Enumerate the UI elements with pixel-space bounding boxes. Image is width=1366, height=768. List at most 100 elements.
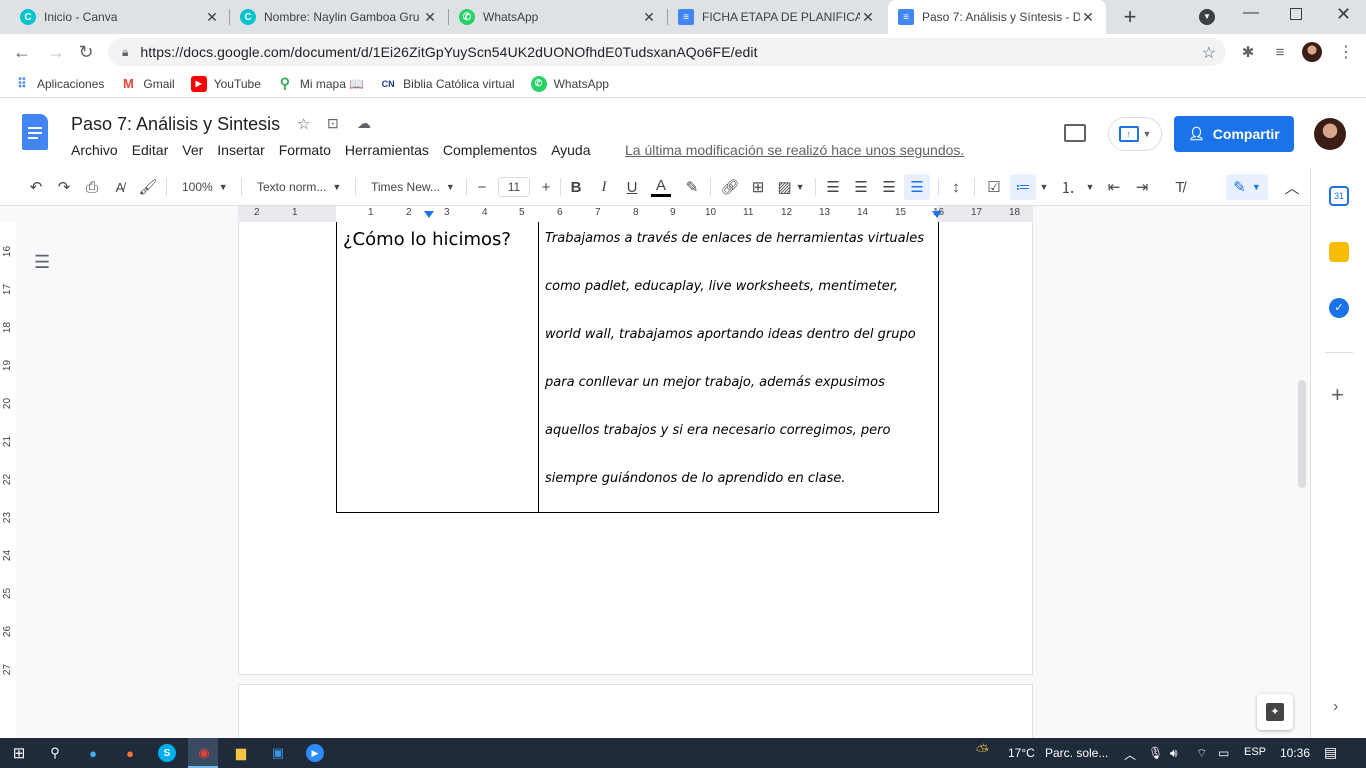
zoom-select[interactable]: 100% ▼	[182, 177, 228, 197]
cloud-saved-icon[interactable]: ☁	[357, 115, 371, 132]
document-page[interactable]	[238, 684, 1033, 738]
tab-whatsapp[interactable]: ✆ WhatsApp ✕	[449, 0, 667, 34]
extensions-puzzle-icon[interactable]: ✱	[1236, 40, 1260, 64]
close-tab-icon[interactable]: ✕	[1080, 9, 1096, 26]
close-tab-icon[interactable]: ✕	[422, 9, 438, 26]
bold-icon[interactable]: B	[567, 177, 585, 197]
font-select[interactable]: Times New... ▼	[371, 177, 455, 197]
tab-ficha-etapa[interactable]: ≡ FICHA ETAPA DE PLANIFICAC ✕	[668, 0, 886, 34]
bookmark-gmail[interactable]: M Gmail	[120, 76, 175, 92]
font-size-input[interactable]: 11	[498, 177, 530, 197]
horizontal-ruler[interactable]: 2 1 1 2 3 4 5 6 7 8 9 10 11 12 13 14 15 …	[238, 206, 1033, 222]
menu-complementos[interactable]: Complementos	[443, 142, 537, 158]
menu-herramientas[interactable]: Herramientas	[345, 142, 429, 158]
numbered-list-icon[interactable]: ⒈	[1058, 177, 1078, 197]
edge-icon[interactable]: ●	[84, 744, 102, 762]
keep-icon[interactable]	[1329, 242, 1349, 262]
reload-button[interactable]: ↻	[74, 40, 98, 64]
menu-insertar[interactable]: Insertar	[217, 142, 264, 158]
increase-indent-icon[interactable]: ⇥	[1132, 177, 1152, 197]
restore-window-button[interactable]	[1290, 8, 1302, 20]
close-tab-icon[interactable]: ✕	[641, 9, 657, 26]
close-tab-icon[interactable]: ✕	[204, 9, 220, 26]
menu-editar[interactable]: Editar	[132, 142, 169, 158]
photos-icon[interactable]: ▣	[269, 744, 287, 762]
bookmark-whatsapp[interactable]: ✆ WhatsApp	[530, 75, 609, 92]
tab-search-icon[interactable]: ▼	[1199, 9, 1215, 25]
hide-menus-chevron-icon[interactable]: ︿	[1282, 177, 1302, 197]
last-modified-link[interactable]: La última modificación se realizó hace u…	[625, 142, 964, 158]
docs-logo-icon[interactable]	[22, 114, 48, 150]
increase-font-size-button[interactable]: +	[538, 177, 554, 197]
checklist-icon[interactable]: ☑	[984, 177, 1004, 197]
omnibox[interactable]: 🔒︎ https://docs.google.com/document/d/1E…	[108, 38, 1226, 66]
tasks-icon[interactable]: ✓	[1329, 298, 1349, 318]
line-spacing-icon[interactable]: ↕	[946, 177, 966, 197]
undo-icon[interactable]: ↶	[26, 177, 46, 197]
align-right-icon[interactable]: ☰	[880, 177, 898, 197]
move-folder-icon[interactable]: ⊡	[327, 115, 339, 132]
redo-icon[interactable]: ↷	[54, 177, 74, 197]
italic-icon[interactable]: I	[595, 177, 613, 197]
indent-marker-icon[interactable]	[424, 211, 434, 218]
bulleted-list-icon[interactable]: ≔	[1010, 174, 1036, 200]
vertical-scrollbar[interactable]	[1298, 380, 1306, 488]
forward-button[interactable]: →	[44, 40, 68, 64]
print-icon[interactable]: ⎙	[82, 177, 102, 197]
close-window-button[interactable]: ✕	[1336, 4, 1351, 25]
align-left-icon[interactable]: ☰	[824, 177, 842, 197]
show-hidden-icons-icon[interactable]: ︿	[1124, 746, 1136, 763]
profile-avatar[interactable]	[1302, 42, 1322, 62]
menu-formato[interactable]: Formato	[279, 142, 331, 158]
language-indicator[interactable]: ESP	[1244, 746, 1266, 758]
insert-link-icon[interactable]: 🔗︎	[720, 177, 740, 197]
weather-text[interactable]: Parc. sole...	[1045, 746, 1108, 760]
wifi-icon[interactable]: ⌔	[1196, 746, 1207, 761]
add-comment-icon[interactable]: ⊞	[748, 177, 768, 197]
document-page[interactable]: ¿Cómo lo hicimos? Trabajamos a través de…	[238, 222, 1033, 675]
bookmark-star-icon[interactable]: ☆	[1202, 43, 1216, 63]
clear-formatting-icon[interactable]: T̸	[1170, 177, 1190, 197]
table-cell-answer[interactable]: Trabajamos a través de enlaces de herram…	[538, 222, 939, 513]
menu-ver[interactable]: Ver	[182, 142, 203, 158]
vertical-ruler[interactable]: 16 17 18 19 20 21 22 23 24 25 26 27	[0, 222, 16, 738]
justify-icon[interactable]: ☰	[904, 174, 930, 200]
new-tab-button[interactable]: +	[1118, 5, 1142, 29]
spellcheck-icon[interactable]: A̸	[110, 177, 130, 197]
explore-assistant-button[interactable]: ✦	[1257, 694, 1293, 730]
underline-icon[interactable]: U	[623, 177, 641, 197]
firefox-icon[interactable]: ●	[121, 744, 139, 762]
document-table[interactable]: ¿Cómo lo hicimos? Trabajamos a través de…	[336, 222, 939, 513]
tab-canva-nombre[interactable]: C Nombre: Naylin Gamboa Gru ✕	[230, 0, 448, 34]
tab-canva-inicio[interactable]: C Inicio - Canva ✕	[10, 0, 230, 34]
url-text[interactable]: https://docs.google.com/document/d/1Ei26…	[140, 44, 757, 60]
paint-format-icon[interactable]: 🖌︎	[138, 177, 158, 197]
share-button[interactable]: 👤︎ Compartir	[1174, 116, 1294, 152]
document-title[interactable]: Paso 7: Análisis y Sintesis	[71, 114, 280, 135]
search-icon[interactable]: ⚲	[46, 744, 64, 762]
comment-history-icon[interactable]	[1064, 124, 1086, 142]
add-addon-icon[interactable]: +	[1331, 382, 1344, 408]
file-explorer-icon[interactable]: ▆	[232, 744, 250, 762]
bookmark-youtube[interactable]: ▶ YouTube	[190, 75, 261, 92]
present-button[interactable]: ↑ ▼	[1108, 117, 1162, 151]
highlight-color-icon[interactable]: ✎	[682, 177, 702, 197]
align-center-icon[interactable]: ☰	[852, 177, 870, 197]
clock[interactable]: 10:36	[1280, 746, 1310, 760]
bookmark-aplicaciones[interactable]: ⠿ Aplicaciones	[14, 76, 104, 92]
decrease-font-size-button[interactable]: −	[474, 177, 490, 197]
chevron-down-icon[interactable]: ▼	[1084, 177, 1096, 197]
menu-archivo[interactable]: Archivo	[71, 142, 118, 158]
account-avatar[interactable]	[1314, 118, 1346, 150]
editing-mode-button[interactable]: ✎ ▼	[1226, 174, 1268, 200]
back-button[interactable]: ←	[10, 40, 34, 64]
insert-image-icon[interactable]: ▨ ▼	[776, 177, 806, 197]
chevron-down-icon[interactable]: ▼	[1038, 177, 1050, 197]
volume-icon[interactable]: 🔊︎	[1170, 746, 1178, 761]
decrease-indent-icon[interactable]: ⇤	[1104, 177, 1124, 197]
document-outline-icon[interactable]: ☰	[34, 252, 50, 273]
notifications-icon[interactable]: ▤	[1324, 744, 1337, 761]
media-control-icon[interactable]: ≡	[1268, 40, 1292, 64]
document-canvas[interactable]: ☰ ¿Cómo lo hicimos? Trabajamos a través …	[16, 222, 1310, 738]
star-icon[interactable]: ☆	[297, 115, 310, 133]
